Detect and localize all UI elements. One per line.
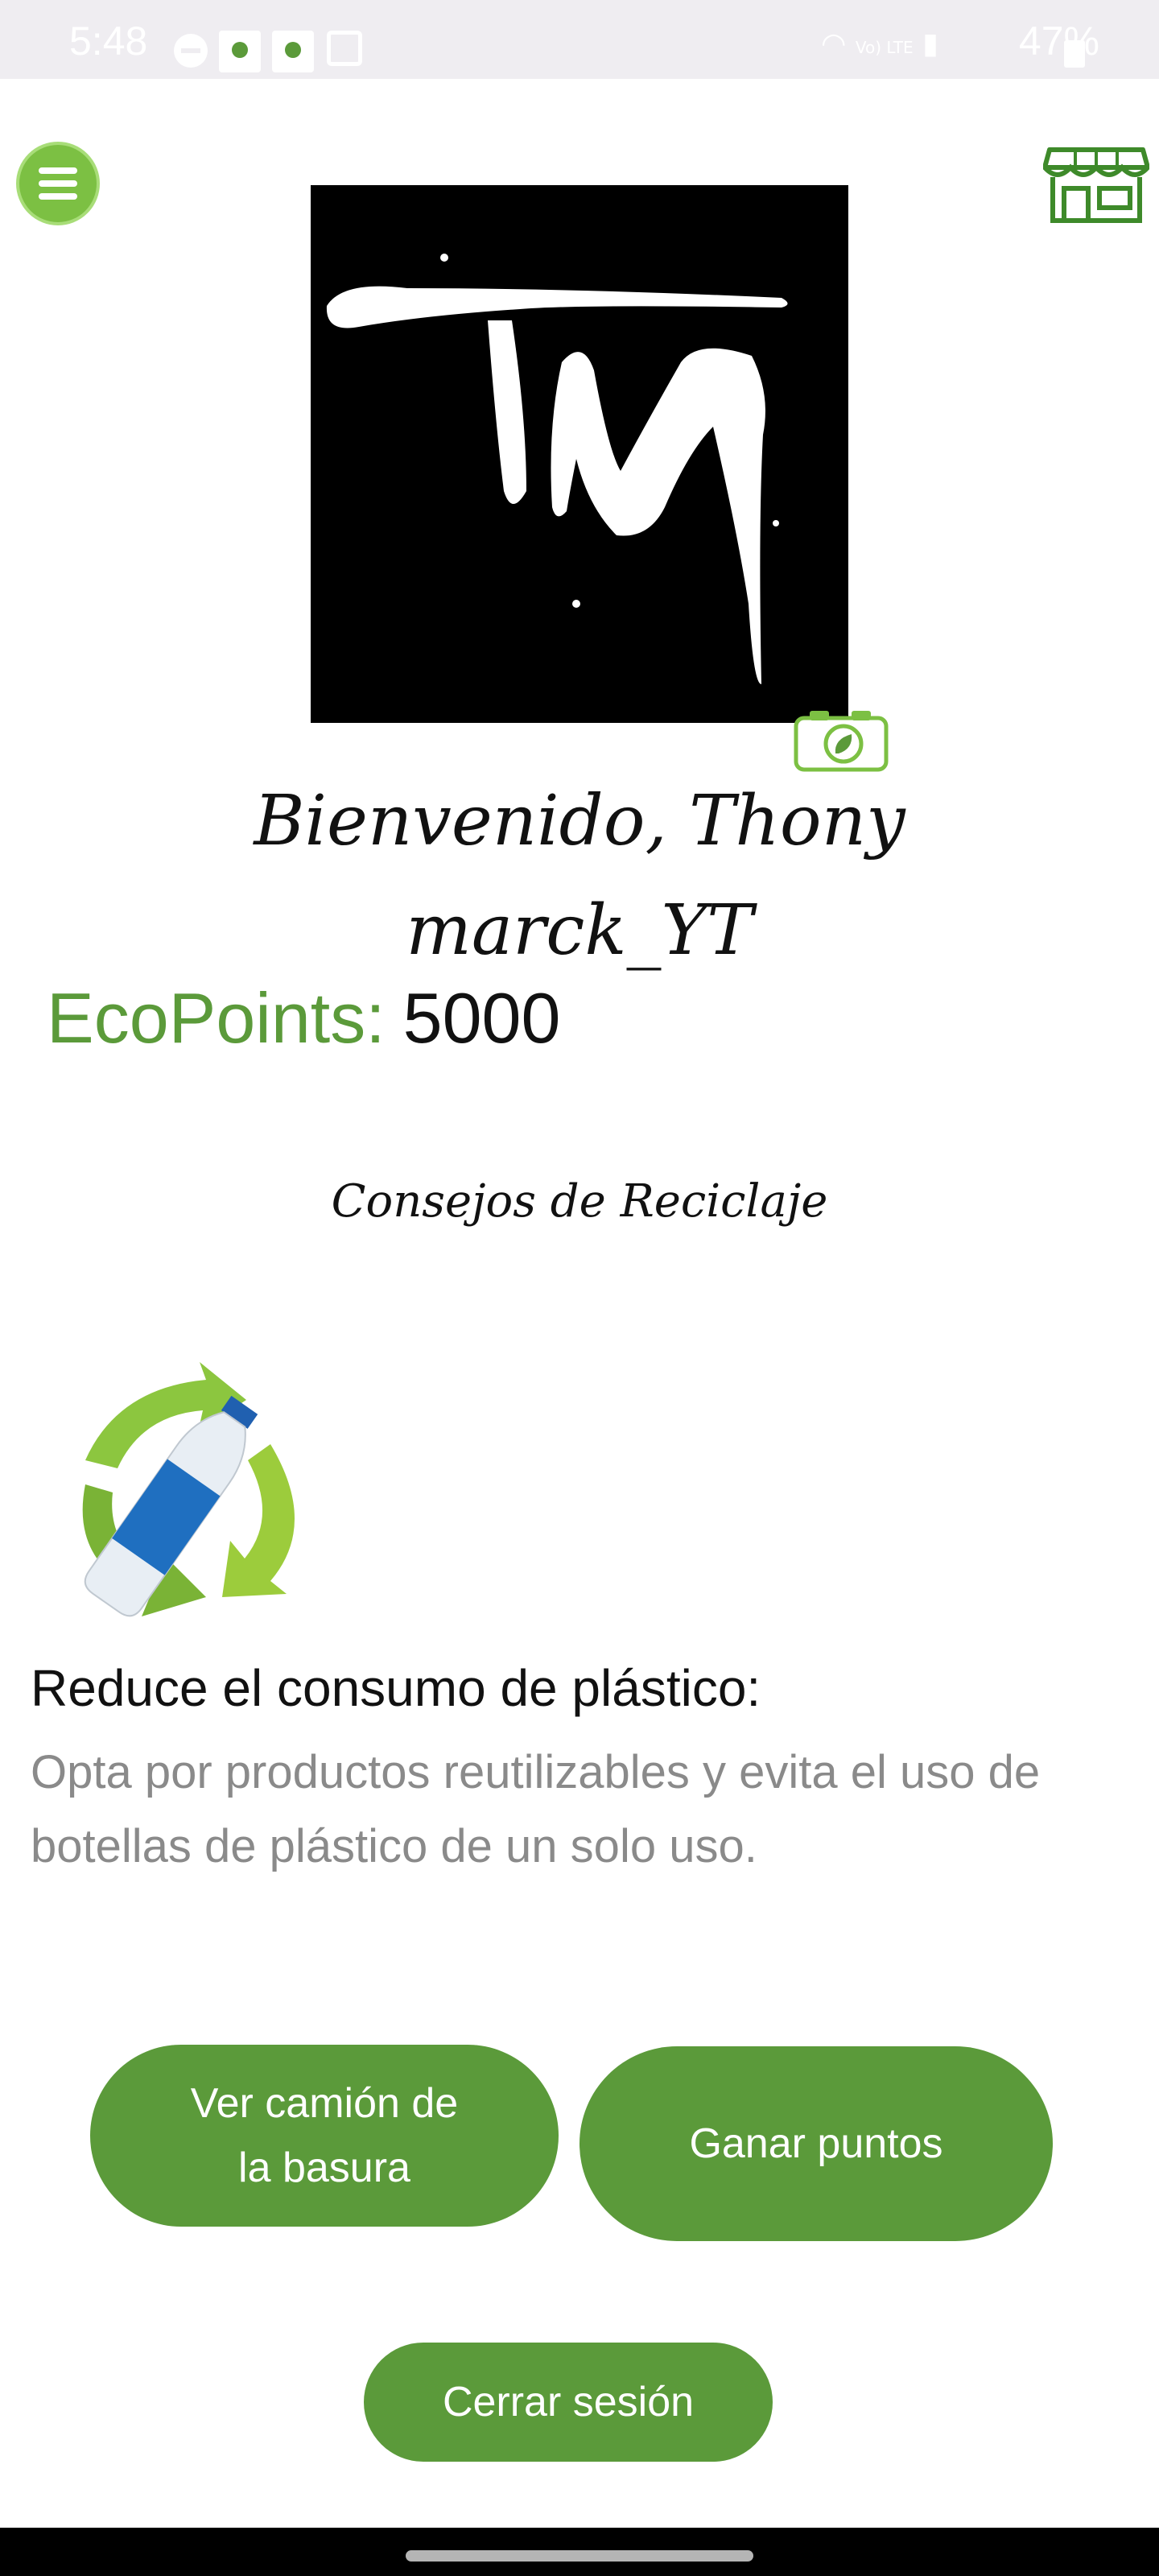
- gallery-notification-icon: [327, 31, 362, 66]
- store-button[interactable]: [1042, 142, 1150, 225]
- system-navigation-bar: [0, 2528, 1159, 2576]
- hamburger-menu-icon: [39, 167, 77, 174]
- status-time: 5:48: [69, 19, 148, 64]
- earn-points-button[interactable]: Ganar puntos: [580, 2046, 1053, 2241]
- menu-button[interactable]: [16, 142, 100, 225]
- app-notification-icon: [272, 31, 314, 72]
- do-not-disturb-icon: [174, 34, 208, 68]
- view-garbage-truck-button[interactable]: Ver camión de la basura: [90, 2045, 559, 2227]
- ecopoints-value: 5000: [402, 978, 561, 1058]
- logout-button[interactable]: Cerrar sesión: [364, 2343, 773, 2462]
- wifi-icon: ◠: [821, 27, 847, 60]
- battery-icon: [1064, 40, 1085, 68]
- battery-percentage: 47%: [1018, 19, 1099, 64]
- status-bar: 5:48 ◠ Vo) LTE ▮ 47%: [0, 0, 1159, 79]
- ecopoints-label: EcoPoints:: [47, 978, 386, 1058]
- welcome-message: Bienvenido, Thony marck_YT: [161, 766, 998, 985]
- ecopoints-row: EcoPoints: 5000: [47, 974, 560, 1063]
- tips-title: Consejos de Reciclaje: [331, 1175, 828, 1228]
- camera-leaf-icon: [794, 711, 889, 772]
- tip-body: Opta por productos reutilizables y evita…: [31, 1746, 1041, 1872]
- profile-avatar[interactable]: [311, 185, 848, 723]
- tip-image: [29, 1356, 333, 1653]
- home-gesture-handle[interactable]: [406, 2550, 753, 2562]
- change-photo-button[interactable]: [794, 707, 889, 773]
- network-type: Vo) LTE: [855, 38, 914, 57]
- signal-icon: ▮: [922, 27, 938, 60]
- username: marck_YT: [406, 890, 753, 971]
- recycle-bottle-icon: [82, 1362, 295, 1617]
- tip-heading: Reduce el consumo de plástico:: [31, 1659, 761, 1717]
- app-notification-icon: [219, 31, 261, 72]
- status-signal-icons: ◠ Vo) LTE ▮: [821, 27, 974, 68]
- avatar-logo: [326, 254, 788, 684]
- welcome-greeting: Bienvenido, Thony: [254, 781, 905, 861]
- view-garbage-truck-label: Ver camión de la basura: [190, 2080, 459, 2191]
- store-icon: [1042, 147, 1150, 223]
